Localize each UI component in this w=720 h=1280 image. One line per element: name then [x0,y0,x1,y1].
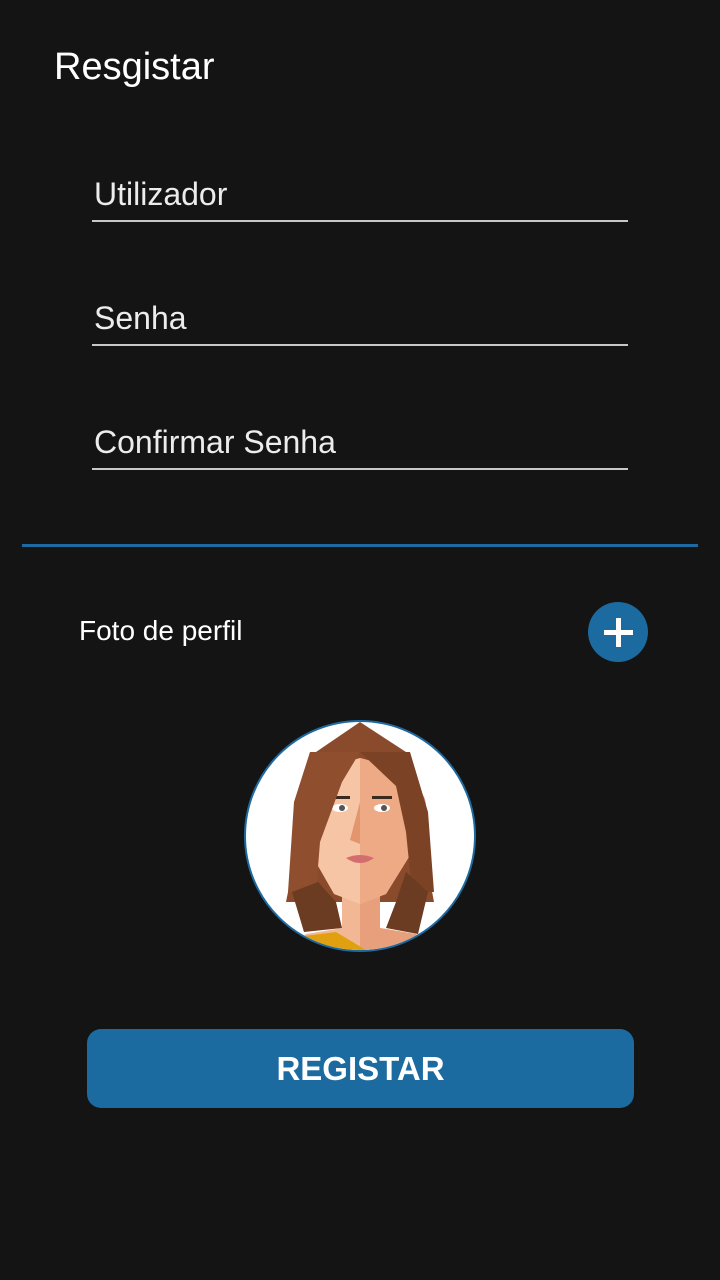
woman-avatar-icon [286,722,436,950]
username-input[interactable] [92,170,628,218]
confirm-password-input[interactable] [92,418,628,466]
confirm-password-field [92,418,628,470]
username-field [92,170,628,222]
password-input[interactable] [92,294,628,342]
profile-avatar[interactable] [244,720,476,952]
page-title: Resgistar [54,46,215,88]
password-field [92,294,628,346]
add-photo-button[interactable] [588,602,648,662]
register-screen: Resgistar Foto de perfil [0,0,720,1280]
section-divider [22,544,698,547]
plus-icon [604,618,633,647]
register-button[interactable]: REGISTAR [87,1029,634,1108]
profile-photo-label: Foto de perfil [79,615,243,646]
